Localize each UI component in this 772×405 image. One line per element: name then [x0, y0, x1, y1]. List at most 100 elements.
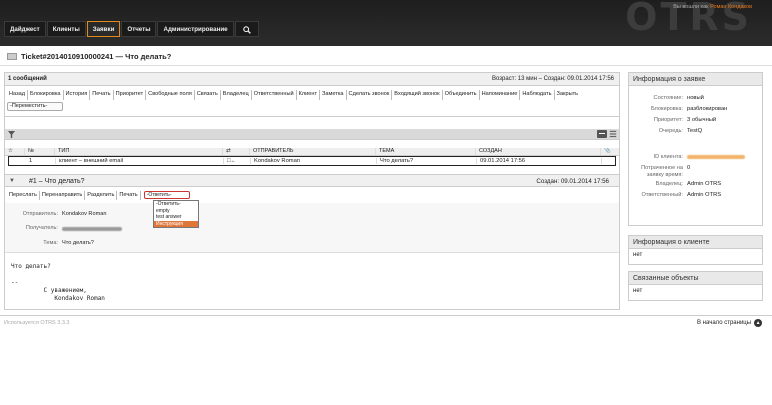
table-row[interactable]: 1 клиент – внешний email □← Kondakov Rom…	[8, 156, 616, 166]
back-to-top-label: В начало страницы	[697, 320, 752, 326]
merge-button[interactable]: Объединить	[443, 90, 480, 100]
col-sender: ОТПРАВИТЕЛЬ	[250, 148, 376, 155]
queue-label: Очередь:	[658, 128, 683, 134]
row-sender: Kondakov Roman	[251, 158, 377, 164]
nav-reports[interactable]: Отчеты	[121, 21, 157, 37]
nav-dashboard[interactable]: Дайджест	[4, 21, 46, 37]
footer-divider	[0, 315, 772, 316]
back-button[interactable]: Назад	[7, 90, 29, 100]
login-user-link[interactable]: Роман Кондаков	[710, 4, 752, 10]
filter-icon[interactable]	[8, 131, 15, 140]
collapse-triangle-icon[interactable]: ▼	[9, 178, 15, 184]
lock-button[interactable]: Блокировка	[28, 90, 64, 100]
to-label: Получатель:	[25, 225, 58, 231]
nav-admin[interactable]: Администрирование	[157, 21, 234, 37]
print-article-button[interactable]: Печать	[117, 190, 141, 200]
arrow-icon: □←	[224, 158, 251, 164]
customer-info-title: Информация о клиенте	[629, 236, 762, 249]
forward-button[interactable]: Переслать	[7, 190, 40, 200]
close-button[interactable]: Закрыть	[555, 90, 581, 100]
title-divider	[0, 65, 772, 66]
reply-option-highlighted[interactable]: Инструкция	[154, 220, 198, 227]
login-prefix: Вы вошли как	[673, 4, 709, 10]
col-number: №	[25, 148, 55, 155]
priority-value: 3 обычный	[687, 117, 717, 123]
priority-label: Приоритет:	[653, 117, 683, 123]
from-row: Отправитель: Kondakov Roman	[5, 211, 107, 219]
article-header: ▼ #1 – Что делать? Создан: 09.01.2014 17…	[5, 174, 619, 187]
collapse-view-button[interactable]	[597, 130, 607, 138]
article-filter-bar	[5, 129, 619, 140]
note-button[interactable]: Заметка	[320, 90, 347, 100]
client-id-label: ID клиента:	[653, 154, 683, 160]
customer-button[interactable]: Клиент	[297, 90, 321, 100]
col-star: ☆	[5, 148, 25, 155]
time-value: 0	[687, 165, 691, 171]
owner-button[interactable]: Владелец	[221, 90, 252, 100]
phone-outbound-button[interactable]: Сделать звонок	[347, 90, 393, 100]
priority-button[interactable]: Приоритет	[114, 90, 147, 100]
subject-value: Что делать?	[62, 240, 94, 246]
row-subject: Что делать?	[377, 158, 477, 164]
state-value: новый	[687, 95, 704, 101]
reply-select[interactable]: -Ответить-	[143, 191, 190, 199]
subject-label: Тема:	[43, 240, 58, 246]
customer-info-value: нет	[633, 252, 643, 258]
ticket-icon	[7, 52, 17, 60]
print-button[interactable]: Печать	[90, 90, 114, 100]
message-count: 1 сообщений	[8, 76, 47, 82]
link-button[interactable]: Связать	[195, 90, 221, 100]
row-created: 09.01.2014 17:56	[477, 158, 602, 164]
ticket-zoom-main: 1 сообщений Возраст: 13 мин – Создан: 09…	[4, 72, 620, 310]
article-table: ☆ № ТИП ⇄ ОТПРАВИТЕЛЬ ТЕМА СОЗДАН 📎 1 кл…	[5, 148, 619, 166]
article-body: Что делать? -- С уважением, Kondakov Rom…	[11, 263, 105, 302]
article-table-header: ☆ № ТИП ⇄ ОТПРАВИТЕЛЬ ТЕМА СОЗДАН 📎	[5, 148, 619, 156]
bounce-button[interactable]: Перенаправить	[40, 190, 86, 200]
state-label: Состояние:	[653, 95, 683, 101]
col-direction: ⇄	[223, 148, 250, 155]
history-button[interactable]: История	[64, 90, 91, 100]
responsible-button[interactable]: Ответственный	[252, 90, 297, 100]
login-info: Вы вошли как Роман Кондаков	[673, 4, 752, 10]
subject-row: Тема: Что делать?	[5, 240, 94, 248]
lock-value: разблокирован	[687, 106, 728, 112]
ticket-title-row: Ticket#2014010910000241 — Что делать?	[7, 51, 171, 61]
watch-button[interactable]: Наблюдать	[520, 90, 555, 100]
responsible-value: Admin OTRS	[687, 192, 722, 198]
ticket-info-panel: Информация о заявке Состояние: новый Блок…	[628, 72, 763, 226]
redacted-client-id[interactable]	[687, 155, 745, 159]
from-label: Отправитель:	[22, 211, 58, 217]
phone-inbound-button[interactable]: Входящий звонок	[392, 90, 443, 100]
from-value: Kondakov Roman	[62, 211, 107, 217]
col-created: СОЗДАН	[476, 148, 601, 155]
free-fields-button[interactable]: Свободные поля	[146, 90, 195, 100]
redacted-recipient	[62, 227, 122, 231]
arrow-up-icon: ▲	[754, 319, 763, 327]
ticket-age: Возраст: 13 мин – Создан: 09.01.2014 17:…	[492, 76, 614, 82]
split-button[interactable]: Разделить	[85, 190, 118, 200]
ticket-title: Ticket#2014010910000241 — Что делать?	[21, 51, 172, 61]
ticket-info-title: Информация о заявке	[629, 73, 762, 86]
powered-by[interactable]: Используется OTRS 3.3.3	[4, 320, 69, 326]
reply-dropdown-list: -Ответить- empty test answer Инструкция	[153, 200, 199, 228]
article-created: Создан: 09.01.2014 17:56	[536, 178, 609, 185]
message-bar: 1 сообщений Возраст: 13 мин – Создан: 09…	[5, 73, 619, 86]
col-attachment: 📎	[604, 148, 611, 154]
customer-info-panel: Информация о клиенте нет	[628, 235, 763, 265]
move-queue-select[interactable]: -Переместить-	[7, 102, 63, 111]
search-icon	[242, 26, 251, 34]
col-type: ТИП	[55, 148, 223, 155]
lock-label: Блокировка:	[650, 106, 683, 112]
nav-tickets[interactable]: Заявки	[86, 21, 121, 37]
article-title: #1 – Что делать?	[29, 178, 85, 185]
nav-search-button[interactable]	[234, 21, 259, 37]
top-header: OTRS Вы вошли как Роман Кондаков Дайджес…	[0, 0, 772, 46]
owner-label: Владелец:	[655, 181, 683, 187]
ticket-action-menu: Назад Блокировка История Печать Приоритет Сво…	[5, 87, 619, 117]
responsible-label: Ответственный:	[641, 192, 683, 198]
queue-value: TestQ	[687, 128, 703, 134]
expand-view-button[interactable]	[609, 130, 617, 138]
reminder-button[interactable]: Напоминание	[480, 90, 521, 100]
back-to-top-link[interactable]: В начало страницы ▲	[697, 319, 763, 327]
nav-customers[interactable]: Клиенты	[46, 21, 86, 37]
